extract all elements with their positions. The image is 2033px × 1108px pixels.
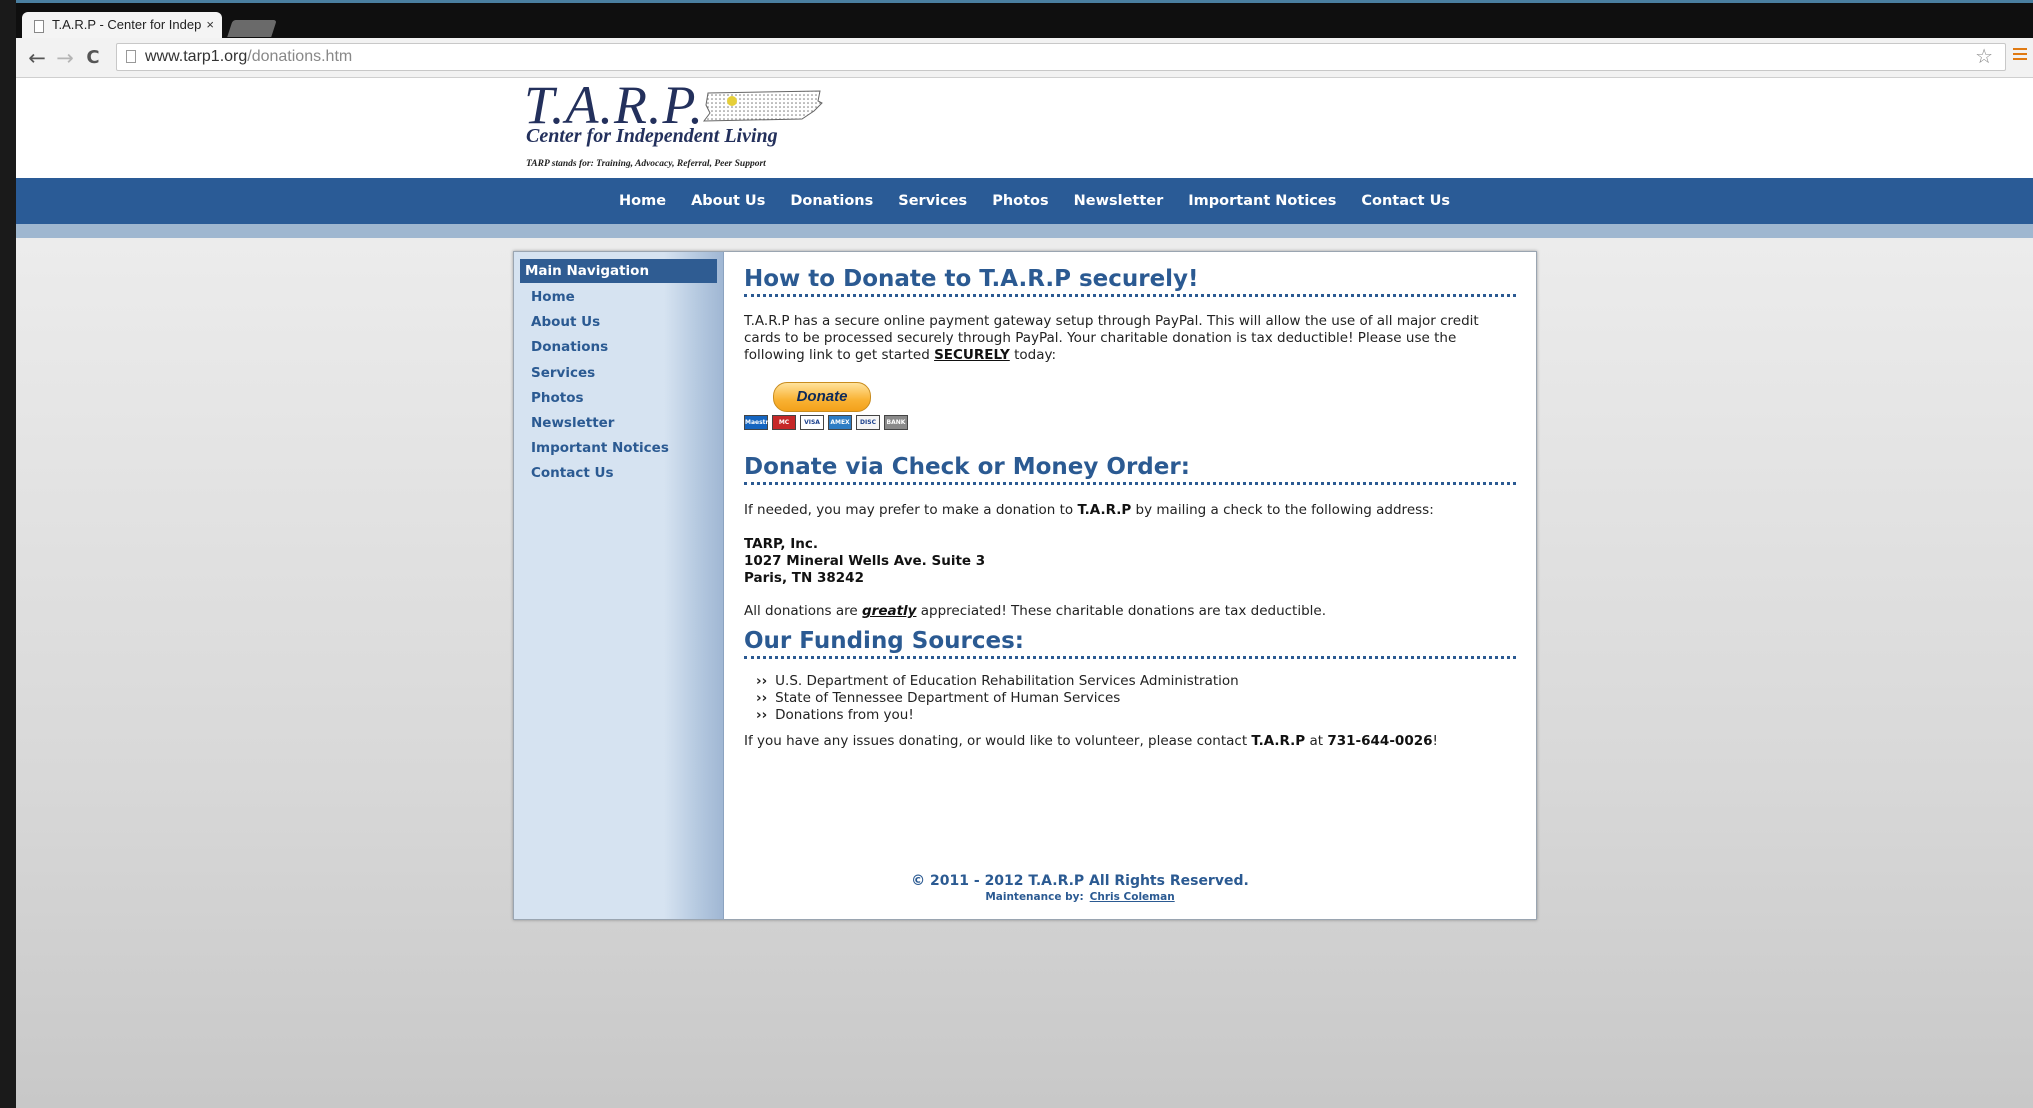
sidebar-item-home[interactable]: Home <box>531 289 669 314</box>
maintenance-label: Maintenance by: <box>985 891 1084 903</box>
contact-org: T.A.R.P <box>1251 733 1306 749</box>
sidebar-item-services[interactable]: Services <box>531 365 669 390</box>
note-emphasis: greatly <box>862 603 917 619</box>
page-icon <box>126 50 136 63</box>
top-navigation: Home About Us Donations Services Photos … <box>16 178 2033 224</box>
topnav-services[interactable]: Services <box>898 178 967 224</box>
payment-cards: Maestro MC VISA AMEX DISC BANK <box>744 415 908 430</box>
browser-window: T.A.R.P - Center for Indep × ← → C www.t… <box>16 0 2033 1108</box>
topnav-newsletter[interactable]: Newsletter <box>1074 178 1164 224</box>
tab-strip: T.A.R.P - Center for Indep × <box>16 0 2033 42</box>
contact-phone: 731-644-0026 <box>1327 733 1433 749</box>
discover-card-icon: DISC <box>856 415 880 430</box>
securely-link[interactable]: SECURELY <box>934 347 1010 363</box>
sidebar: Main Navigation Home About Us Donations … <box>514 252 724 919</box>
reload-icon[interactable]: C <box>80 45 106 71</box>
mastercard-card-icon: MC <box>772 415 796 430</box>
sidebar-item-photos[interactable]: Photos <box>531 390 669 415</box>
content-container: Main Navigation Home About Us Donations … <box>513 251 1537 920</box>
maintenance-line: Maintenance by: Chris Coleman <box>744 891 1516 903</box>
close-icon[interactable]: × <box>204 17 214 32</box>
topnav-photos[interactable]: Photos <box>992 178 1048 224</box>
copyright: © 2011 - 2012 T.A.R.P All Rights Reserve… <box>911 873 1249 889</box>
org-name: T.A.R.P <box>1077 502 1132 518</box>
mailing-address: TARP, Inc. 1027 Mineral Wells Ave. Suite… <box>744 536 1516 587</box>
bookmark-star-icon[interactable]: ☆ <box>1975 44 1993 70</box>
site-logo[interactable]: T.A.R.P. Center for Independent Living T… <box>524 75 844 178</box>
sidebar-item-donations[interactable]: Donations <box>531 339 669 364</box>
contact-line: If you have any issues donating, or woul… <box>744 733 1516 750</box>
sidebar-item-about-us[interactable]: About Us <box>531 314 669 339</box>
maestro-card-icon: Maestro <box>744 415 773 430</box>
topnav-contact-us[interactable]: Contact Us <box>1361 178 1450 224</box>
tennessee-map-icon <box>702 90 823 122</box>
topnav-donations[interactable]: Donations <box>790 178 873 224</box>
address-line-1: TARP, Inc. <box>744 536 819 552</box>
paypal-donate-button[interactable]: Donate <box>773 382 871 412</box>
check-intro: If needed, you may prefer to make a dona… <box>744 502 1516 519</box>
funding-source: State of Tennessee Department of Human S… <box>756 690 1516 707</box>
new-tab-button[interactable] <box>227 20 277 37</box>
note-text: All donations are <box>744 603 862 619</box>
maintainer-link[interactable]: Chris Coleman <box>1090 891 1175 903</box>
address-bar[interactable]: www.tarp1.org/donations.htm ☆ <box>116 43 2006 71</box>
note-text-end: appreciated! These charitable donations … <box>916 603 1327 619</box>
funding-heading: Our Funding Sources: <box>744 628 1516 659</box>
check-heading: Donate via Check or Money Order: <box>744 454 1516 485</box>
topnav-home[interactable]: Home <box>619 178 666 224</box>
contact-text: If you have any issues donating, or woul… <box>744 733 1252 749</box>
contact-at: at <box>1305 733 1328 749</box>
bank-card-icon: BANK <box>884 415 908 430</box>
tab-title: T.A.R.P - Center for Indep <box>52 17 202 32</box>
sidebar-item-contact-us[interactable]: Contact Us <box>531 465 669 490</box>
web-page: T.A.R.P. Center for Independent Living T… <box>16 75 2033 1108</box>
donation-note: All donations are greatly appreciated! T… <box>744 603 1516 620</box>
sidebar-list: Home About Us Donations Services Photos … <box>531 289 669 491</box>
funding-source: U.S. Department of Education Rehabilitat… <box>756 673 1516 690</box>
address-line-3: Paris, TN 38242 <box>744 570 864 586</box>
page-footer: © 2011 - 2012 T.A.R.P All Rights Reserve… <box>744 873 1516 903</box>
amex-card-icon: AMEX <box>828 415 852 430</box>
page-icon <box>34 20 44 33</box>
paypal-text-end: today: <box>1009 347 1057 363</box>
topnav-important-notices[interactable]: Important Notices <box>1188 178 1336 224</box>
url-host: www.tarp1.org <box>145 48 248 65</box>
back-arrow-icon[interactable]: ← <box>24 45 50 71</box>
browser-toolbar: ← → C www.tarp1.org/donations.htm ☆ <box>16 38 2033 78</box>
visa-card-icon: VISA <box>800 415 824 430</box>
paypal-text: T.A.R.P has a secure online payment gate… <box>744 313 1516 364</box>
funding-list: U.S. Department of Education Rehabilitat… <box>744 673 1516 724</box>
sidebar-item-important-notices[interactable]: Important Notices <box>531 440 669 465</box>
logo-subtitle: Center for Independent Living <box>526 125 778 147</box>
funding-source: Donations from you! <box>756 707 1516 724</box>
menu-icon[interactable] <box>2013 48 2027 63</box>
paypal-heading: How to Donate to T.A.R.P securely! <box>744 266 1516 297</box>
address-line-2: 1027 Mineral Wells Ave. Suite 3 <box>744 553 986 569</box>
sidebar-item-newsletter[interactable]: Newsletter <box>531 415 669 440</box>
contact-end: ! <box>1432 733 1438 749</box>
check-intro-text: If needed, you may prefer to make a dona… <box>744 502 1078 518</box>
sidebar-heading: Main Navigation <box>520 259 717 283</box>
topnav-about-us[interactable]: About Us <box>691 178 765 224</box>
check-intro-end: by mailing a check to the following addr… <box>1131 502 1434 518</box>
paypal-text-body: T.A.R.P has a secure online payment gate… <box>744 313 1479 363</box>
forward-arrow-icon[interactable]: → <box>52 45 78 71</box>
logo-tagline: TARP stands for: Training, Advocacy, Ref… <box>526 159 766 169</box>
url-path: /donations.htm <box>247 48 353 65</box>
